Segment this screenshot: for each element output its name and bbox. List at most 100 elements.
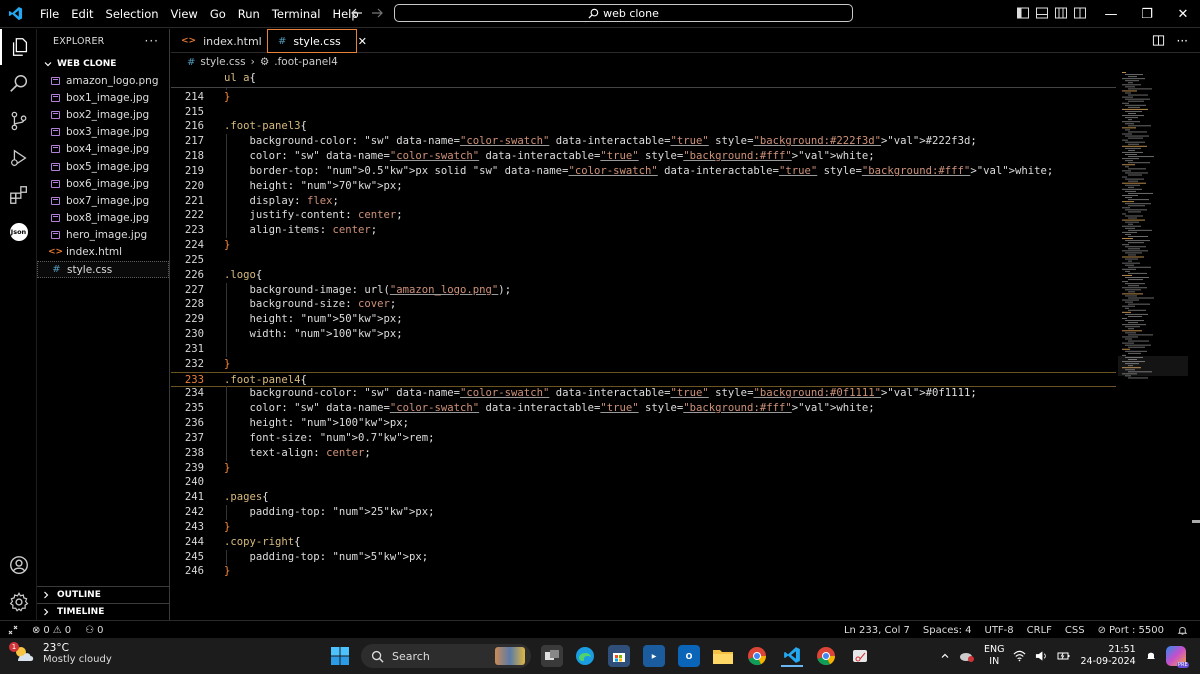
- problems-status[interactable]: ⊗ 0 ⚠ 0: [32, 625, 71, 636]
- customize-layout-icon[interactable]: [1073, 6, 1087, 20]
- menu-go[interactable]: Go: [204, 0, 232, 28]
- restore-button[interactable]: ❐: [1129, 0, 1165, 28]
- file-item[interactable]: box5_image.jpg: [37, 158, 169, 175]
- code-line[interactable]: 245 padding-top: "num">5"kw">px;: [171, 549, 1116, 565]
- account-icon[interactable]: [0, 547, 37, 583]
- scrollbar-thumb[interactable]: [1192, 520, 1200, 523]
- encoding[interactable]: UTF-8: [985, 625, 1014, 636]
- code-line[interactable]: 218 color: "sw" data-name="color-swatch"…: [171, 149, 1116, 165]
- minimize-button[interactable]: —: [1093, 0, 1129, 28]
- file-explorer-icon[interactable]: [712, 645, 734, 667]
- code-line[interactable]: 216 .foot-panel3{: [171, 119, 1116, 134]
- chevron-up-icon[interactable]: [940, 651, 950, 661]
- file-item[interactable]: # style.css: [37, 261, 169, 279]
- copilot-icon[interactable]: PRE: [1165, 646, 1189, 668]
- menu-terminal[interactable]: Terminal: [266, 0, 327, 28]
- chrome-icon[interactable]: [746, 645, 768, 667]
- code-line[interactable]: 243}: [171, 520, 1116, 535]
- store-icon[interactable]: [608, 645, 630, 667]
- forward-arrow-icon[interactable]: [370, 6, 384, 20]
- edge-browser-icon[interactable]: [574, 645, 596, 667]
- code-line[interactable]: 241 .pages{: [171, 490, 1116, 505]
- close-window-button[interactable]: ✕: [1165, 0, 1200, 28]
- live-server-port[interactable]: ⊘ Port : 5500: [1098, 625, 1164, 636]
- menu-run[interactable]: Run: [232, 0, 266, 28]
- app-tray-icon[interactable]: [959, 649, 975, 663]
- back-arrow-icon[interactable]: [350, 6, 364, 20]
- line-ending[interactable]: CRLF: [1027, 625, 1052, 636]
- code-line[interactable]: 238 text-align: center;: [171, 445, 1116, 461]
- close-tab-icon[interactable]: ✕: [358, 35, 367, 48]
- breadcrumb-symbol[interactable]: .foot-panel4: [274, 56, 338, 68]
- prime-video-icon[interactable]: ▶: [643, 645, 665, 667]
- minimap-viewport[interactable]: [1118, 356, 1188, 376]
- source-control-icon[interactable]: [0, 103, 37, 139]
- code-line[interactable]: 235 color: "sw" data-name="color-swatch"…: [171, 401, 1116, 417]
- code-line[interactable]: 222 justify-content: center;: [171, 208, 1116, 224]
- code-line[interactable]: 246}: [171, 564, 1116, 579]
- code-line[interactable]: 244 .copy-right{: [171, 535, 1116, 550]
- extensions-icon[interactable]: [0, 177, 37, 213]
- indentation[interactable]: Spaces: 4: [923, 625, 972, 636]
- command-center-search[interactable]: web clone: [394, 4, 853, 22]
- search-sidebar-icon[interactable]: [0, 66, 37, 102]
- minimap[interactable]: [1118, 70, 1188, 390]
- file-item[interactable]: <> index.html: [37, 244, 169, 261]
- notification-bell-icon[interactable]: [1145, 650, 1157, 662]
- vscode-taskbar-icon[interactable]: [781, 645, 803, 667]
- code-line[interactable]: 236 height: "num">100"kw">px;: [171, 416, 1116, 432]
- file-item[interactable]: hero_image.jpg: [37, 227, 169, 244]
- explorer-icon[interactable]: [0, 29, 37, 65]
- code-line[interactable]: 221 display: flex;: [171, 193, 1116, 209]
- code-editor[interactable]: 213 color: "sw" data-name="color-swatch"…: [171, 70, 1200, 620]
- file-item[interactable]: box2_image.jpg: [37, 106, 169, 123]
- settings-gear-icon[interactable]: [0, 584, 37, 620]
- file-item[interactable]: box4_image.jpg: [37, 141, 169, 158]
- toggle-panel-icon[interactable]: [1035, 6, 1049, 20]
- code-line[interactable]: 227 background-image: url("amazon_logo.p…: [171, 282, 1116, 298]
- code-line[interactable]: 223 align-items: center;: [171, 223, 1116, 239]
- file-item[interactable]: box6_image.jpg: [37, 175, 169, 192]
- code-line[interactable]: 232}: [171, 357, 1116, 372]
- json-extension-icon[interactable]: Json: [0, 214, 37, 250]
- file-item[interactable]: box8_image.jpg: [37, 210, 169, 227]
- volume-icon[interactable]: [1035, 650, 1048, 662]
- file-item[interactable]: box7_image.jpg: [37, 192, 169, 209]
- code-line[interactable]: 231: [171, 341, 1116, 357]
- code-line[interactable]: 225: [171, 253, 1116, 268]
- code-line[interactable]: 233 .foot-panel4{: [171, 371, 1116, 387]
- code-line[interactable]: 240: [171, 475, 1116, 490]
- more-actions-icon[interactable]: ···: [145, 34, 159, 48]
- split-editor-icon[interactable]: [1152, 34, 1165, 48]
- code-line[interactable]: 217 background-color: "sw" data-name="co…: [171, 134, 1116, 150]
- windows-start-icon[interactable]: [330, 646, 350, 666]
- toggle-sidebar-icon[interactable]: [1016, 6, 1030, 20]
- clock[interactable]: 21:51 24-09-2024: [1080, 644, 1135, 668]
- code-line[interactable]: 214}: [171, 90, 1116, 105]
- toggle-secondary-sidebar-icon[interactable]: [1054, 6, 1068, 20]
- language-indicator[interactable]: ENG IN: [984, 644, 1004, 668]
- code-line[interactable]: 220 height: "num">70"kw">px;: [171, 178, 1116, 194]
- weather-widget[interactable]: 1 23°C Mostly cloudy: [9, 641, 112, 665]
- file-item[interactable]: box1_image.jpg: [37, 89, 169, 106]
- code-line[interactable]: 224}: [171, 238, 1116, 253]
- more-actions-icon[interactable]: ···: [1177, 34, 1188, 48]
- menu-view[interactable]: View: [165, 0, 204, 28]
- code-line[interactable]: 234 background-color: "sw" data-name="co…: [171, 386, 1116, 402]
- code-line[interactable]: 230 width: "num">100"kw">px;: [171, 327, 1116, 343]
- cursor-position[interactable]: Ln 233, Col 7: [844, 625, 910, 636]
- task-view-icon[interactable]: [541, 645, 563, 667]
- file-item[interactable]: amazon_logo.png: [37, 72, 169, 89]
- code-line[interactable]: 239}: [171, 461, 1116, 476]
- tab-style-css[interactable]: # style.css ✕: [267, 29, 367, 53]
- timeline-section[interactable]: TIMELINE: [37, 603, 169, 620]
- code-line[interactable]: 219 border-top: "num">0.5"kw">px solid "…: [171, 163, 1116, 179]
- wifi-icon[interactable]: [1013, 650, 1026, 662]
- notifications-bell-icon[interactable]: [1177, 625, 1188, 636]
- run-debug-icon[interactable]: [0, 140, 37, 176]
- code-line[interactable]: 228 background-size: cover;: [171, 297, 1116, 313]
- tab-index-html[interactable]: <> index.html: [171, 29, 267, 53]
- outlook-icon[interactable]: O: [678, 645, 700, 667]
- battery-icon[interactable]: [1057, 650, 1071, 662]
- code-line[interactable]: 215: [171, 105, 1116, 120]
